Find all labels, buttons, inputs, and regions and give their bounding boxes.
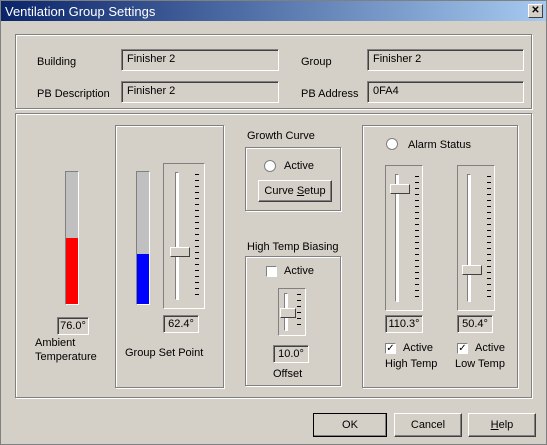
- setpoint-gauge: [136, 171, 150, 305]
- setpoint-slider-track: [175, 172, 179, 300]
- high-temp-value: 110.3°: [385, 315, 423, 333]
- ambient-label-1: Ambient: [35, 337, 76, 349]
- pb-description-label: PB Description: [37, 88, 110, 100]
- curve-setup-label-3: etup: [304, 185, 326, 197]
- setpoint-label: Group Set Point: [125, 347, 204, 359]
- ok-button[interactable]: OK: [313, 413, 387, 437]
- offset-slider-ticks: [297, 294, 301, 330]
- alarm-status-radio[interactable]: [386, 138, 398, 150]
- low-temp-slider-track: [467, 174, 471, 302]
- growth-curve-title: Growth Curve: [247, 130, 315, 142]
- close-icon[interactable]: ✕: [528, 4, 543, 18]
- low-temp-slider-ticks: [487, 176, 491, 300]
- curve-setup-button[interactable]: Curve Setup: [258, 180, 332, 202]
- alarm-status-label: Alarm Status: [408, 139, 471, 151]
- ambient-label-2: Temperature: [35, 351, 97, 363]
- low-temp-active-checkbox[interactable]: ✓: [457, 343, 468, 354]
- setpoint-value: 62.4°: [163, 315, 199, 333]
- ambient-gauge-fill: [66, 238, 78, 304]
- htb-title: High Temp Biasing: [247, 241, 339, 253]
- offset-slider[interactable]: [278, 288, 306, 336]
- window-title: Ventilation Group Settings: [5, 4, 156, 19]
- high-temp-slider[interactable]: [385, 165, 423, 311]
- pb-address-label: PB Address: [301, 88, 359, 100]
- high-temp-slider-thumb[interactable]: [390, 184, 410, 195]
- help-label-rest: elp: [498, 419, 514, 431]
- pb-address-field[interactable]: 0FA4: [367, 81, 524, 103]
- high-temp-active-label: Active: [403, 342, 433, 354]
- help-button[interactable]: Help: [468, 413, 536, 437]
- high-temp-active-checkbox[interactable]: ✓: [385, 343, 396, 354]
- offset-slider-thumb[interactable]: [280, 308, 296, 318]
- offset-label: Offset: [273, 368, 303, 380]
- help-label-u: H: [490, 419, 499, 431]
- htb-active-checkbox[interactable]: [266, 266, 277, 277]
- group-field[interactable]: Finisher 2: [367, 49, 524, 71]
- building-field[interactable]: Finisher 2: [121, 49, 279, 71]
- high-temp-label: High Temp: [385, 358, 438, 370]
- ambient-gauge: [65, 171, 79, 305]
- growth-curve-active-label: Active: [284, 160, 314, 172]
- group-label: Group: [301, 56, 332, 68]
- high-temp-slider-ticks: [415, 176, 419, 300]
- title-bar: Ventilation Group Settings ✕: [1, 1, 546, 21]
- cancel-button[interactable]: Cancel: [394, 413, 462, 437]
- low-temp-value: 50.4°: [457, 315, 493, 333]
- setpoint-gauge-fill: [137, 253, 149, 304]
- dialog-window: Ventilation Group Settings ✕ Building Fi…: [0, 0, 547, 445]
- low-temp-slider[interactable]: [457, 165, 495, 311]
- building-label: Building: [37, 56, 77, 68]
- low-temp-slider-thumb[interactable]: [462, 265, 482, 275]
- setpoint-slider-ticks: [195, 174, 199, 298]
- curve-setup-label-1: Curve: [264, 185, 297, 197]
- setpoint-slider-thumb[interactable]: [170, 246, 190, 257]
- offset-value: 10.0°: [273, 345, 309, 363]
- setpoint-slider[interactable]: [163, 163, 205, 309]
- pb-description-field[interactable]: Finisher 2: [121, 81, 279, 103]
- low-temp-label: Low Temp: [455, 358, 505, 370]
- htb-active-label: Active: [284, 265, 314, 277]
- growth-curve-active-radio[interactable]: [264, 160, 276, 172]
- ambient-value: 76.0°: [57, 317, 89, 335]
- low-temp-active-label: Active: [475, 342, 505, 354]
